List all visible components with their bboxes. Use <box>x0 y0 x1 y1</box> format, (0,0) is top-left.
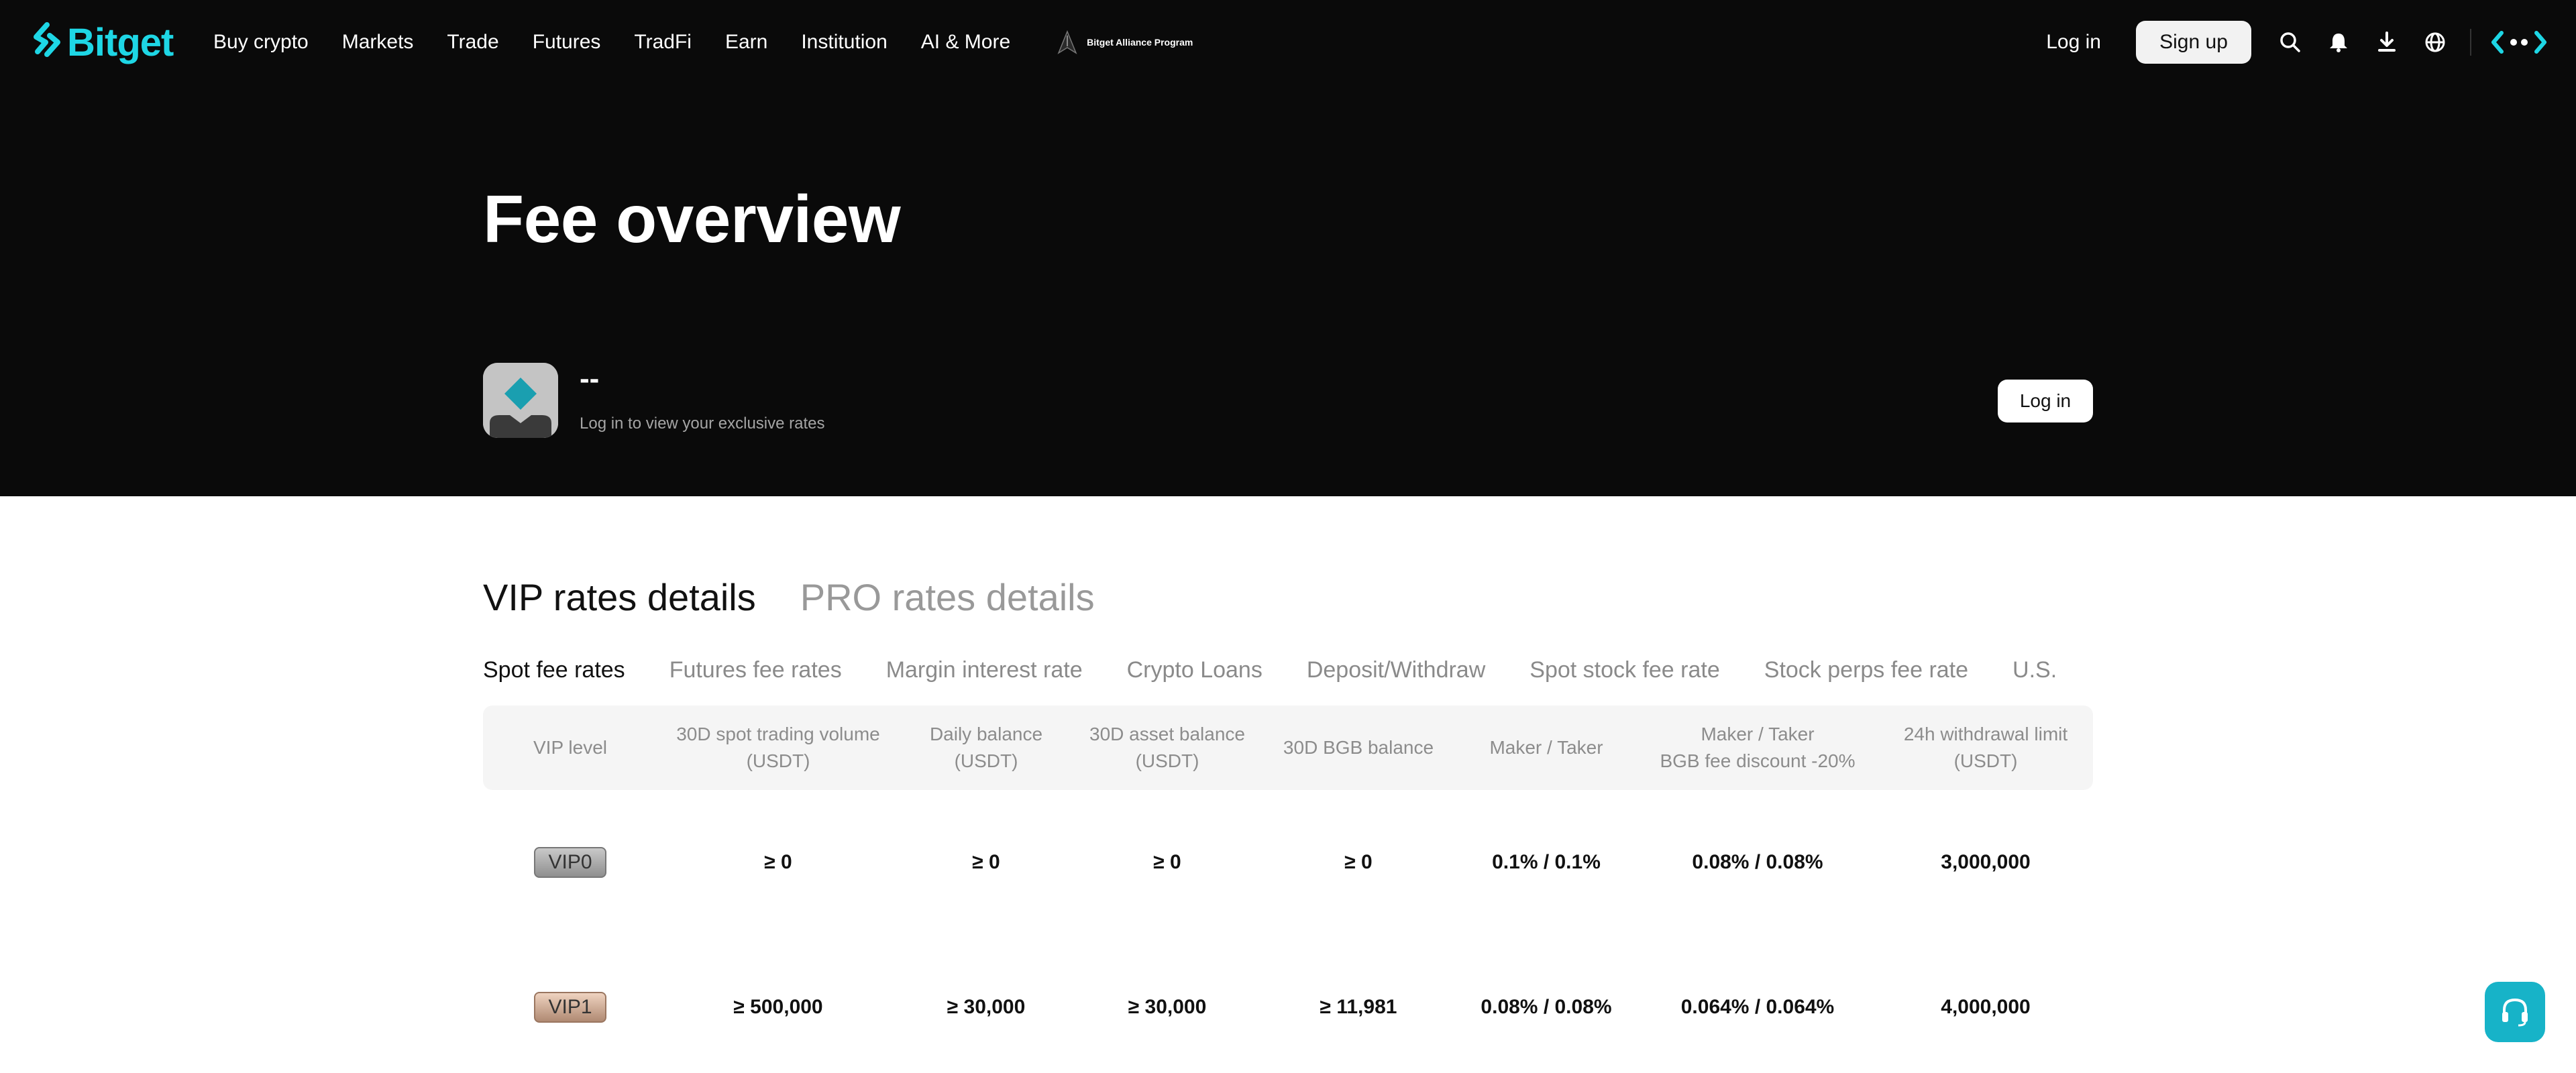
cell-maker-taker: 0.08% / 0.08% <box>1481 996 1612 1018</box>
search-icon[interactable] <box>2277 29 2304 56</box>
table-row: VIP1 ≥ 500,000 ≥ 30,000 ≥ 30,000 ≥ 11,98… <box>483 935 2093 1073</box>
brand-mark-icon[interactable] <box>2489 29 2549 56</box>
cell-maker-taker-discount: 0.08% / 0.08% <box>1692 851 1823 873</box>
cell-bgb-balance: ≥ 0 <box>1344 851 1373 873</box>
alliance-program-link[interactable]: Bitget Alliance Program <box>1057 30 1193 54</box>
nav-actions: Log in Sign up <box>2046 0 2549 84</box>
header-maker-taker: Maker / Taker <box>1489 737 1603 758</box>
cell-maker-taker-discount: 0.064% / 0.064% <box>1680 996 1835 1018</box>
nav-buy-crypto[interactable]: Buy crypto <box>213 31 309 54</box>
user-name: -- <box>580 362 600 395</box>
table-row: VIP0 ≥ 0 ≥ 0 ≥ 0 ≥ 0 0.1% / 0.1% 0.08% /… <box>483 790 2093 935</box>
fee-sub-tabs: Spot fee rates Futures fee rates Margin … <box>483 657 2093 683</box>
globe-icon[interactable] <box>2422 29 2449 56</box>
header-asset-balance: 30D asset balance (USDT) <box>1089 724 1245 771</box>
nav-institution[interactable]: Institution <box>801 31 887 54</box>
alliance-program-icon <box>1057 30 1077 54</box>
nav-ai-more[interactable]: AI & More <box>921 31 1010 54</box>
hero-login-button[interactable]: Log in <box>1998 380 2093 422</box>
cell-maker-taker: 0.1% / 0.1% <box>1492 851 1601 873</box>
download-icon[interactable] <box>2373 29 2400 56</box>
tab-margin-interest-rate[interactable]: Margin interest rate <box>886 657 1083 683</box>
tab-spot-stock-fee-rate[interactable]: Spot stock fee rate <box>1529 657 1720 683</box>
login-link[interactable]: Log in <box>2046 31 2101 54</box>
avatar <box>483 363 558 438</box>
rate-tabs: VIP rates details PRO rates details <box>483 575 1095 619</box>
nav-trade[interactable]: Trade <box>447 31 498 54</box>
nav-links: Buy crypto Markets Trade Futures TradFi … <box>213 0 1193 84</box>
nav-futures[interactable]: Futures <box>533 31 601 54</box>
bell-icon[interactable] <box>2325 29 2352 56</box>
header-maker-taker-discount: Maker / Taker BGB fee discount -20% <box>1660 724 1856 771</box>
header-daily-balance: Daily balance (USDT) <box>929 724 1043 771</box>
spot-fee-table: VIP level 30D spot trading volume (USDT) … <box>483 705 2093 1073</box>
bitget-logo[interactable]: Bitget <box>32 20 174 64</box>
cell-daily-balance: ≥ 30,000 <box>947 996 1026 1018</box>
cell-asset-balance: ≥ 30,000 <box>1128 996 1207 1018</box>
page-title: Fee overview <box>483 182 901 257</box>
tab-crypto-loans[interactable]: Crypto Loans <box>1127 657 1263 683</box>
tab-spot-fee-rates[interactable]: Spot fee rates <box>483 657 625 683</box>
cell-bgb-balance: ≥ 11,981 <box>1320 996 1397 1018</box>
tab-futures-fee-rates[interactable]: Futures fee rates <box>669 657 842 683</box>
vip-level-badge: VIP1 <box>534 992 606 1023</box>
nav-earn[interactable]: Earn <box>725 31 767 54</box>
tab-deposit-withdraw[interactable]: Deposit/Withdraw <box>1307 657 1485 683</box>
cell-withdrawal-limit: 4,000,000 <box>1941 996 2031 1018</box>
bitget-logo-icon <box>34 22 60 57</box>
cell-withdrawal-limit: 3,000,000 <box>1941 851 2031 873</box>
nav-markets[interactable]: Markets <box>342 31 414 54</box>
signup-button[interactable]: Sign up <box>2136 21 2251 64</box>
header-withdrawal-limit: 24h withdrawal limit (USDT) <box>1903 724 2068 771</box>
cell-volume: ≥ 0 <box>764 851 792 873</box>
cell-daily-balance: ≥ 0 <box>972 851 1000 873</box>
nav-divider <box>2470 29 2471 56</box>
header-vip-level: VIP level <box>533 737 607 758</box>
table-header: VIP level 30D spot trading volume (USDT) … <box>483 705 2093 790</box>
header-bgb-balance: 30D BGB balance <box>1283 737 1434 758</box>
vip-level-badge: VIP0 <box>534 847 606 878</box>
brand-name: Bitget <box>67 20 174 64</box>
tab-stock-perps-fee-rate[interactable]: Stock perps fee rate <box>1764 657 1968 683</box>
alliance-program-text: Bitget Alliance Program <box>1087 37 1193 48</box>
top-navbar: Bitget Buy crypto Markets Trade Futures … <box>0 0 2576 84</box>
headset-icon <box>2502 998 2528 1027</box>
tab-us[interactable]: U.S. <box>2012 657 2057 683</box>
tab-vip-rates[interactable]: VIP rates details <box>483 575 756 619</box>
cell-asset-balance: ≥ 0 <box>1153 851 1181 873</box>
tab-pro-rates[interactable]: PRO rates details <box>800 575 1095 619</box>
customer-support-button[interactable] <box>2485 982 2545 1042</box>
header-spot-volume: 30D spot trading volume (USDT) <box>676 724 880 771</box>
user-subtitle: Log in to view your exclusive rates <box>580 414 825 433</box>
nav-tradfi[interactable]: TradFi <box>634 31 692 54</box>
cell-volume: ≥ 500,000 <box>733 996 823 1018</box>
